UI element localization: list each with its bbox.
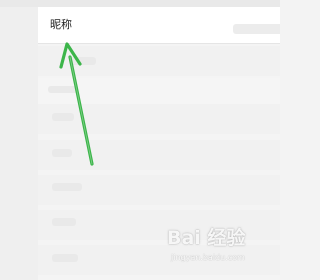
watermark-logo-text: Bai 经验: [167, 227, 246, 249]
settings-screen: 昵称 Bai 经验 jingyan.baidu.com: [0, 0, 280, 280]
watermark: Bai 经验 jingyan.baidu.com: [165, 227, 275, 273]
watermark-url: jingyan.baidu.com: [171, 253, 245, 262]
